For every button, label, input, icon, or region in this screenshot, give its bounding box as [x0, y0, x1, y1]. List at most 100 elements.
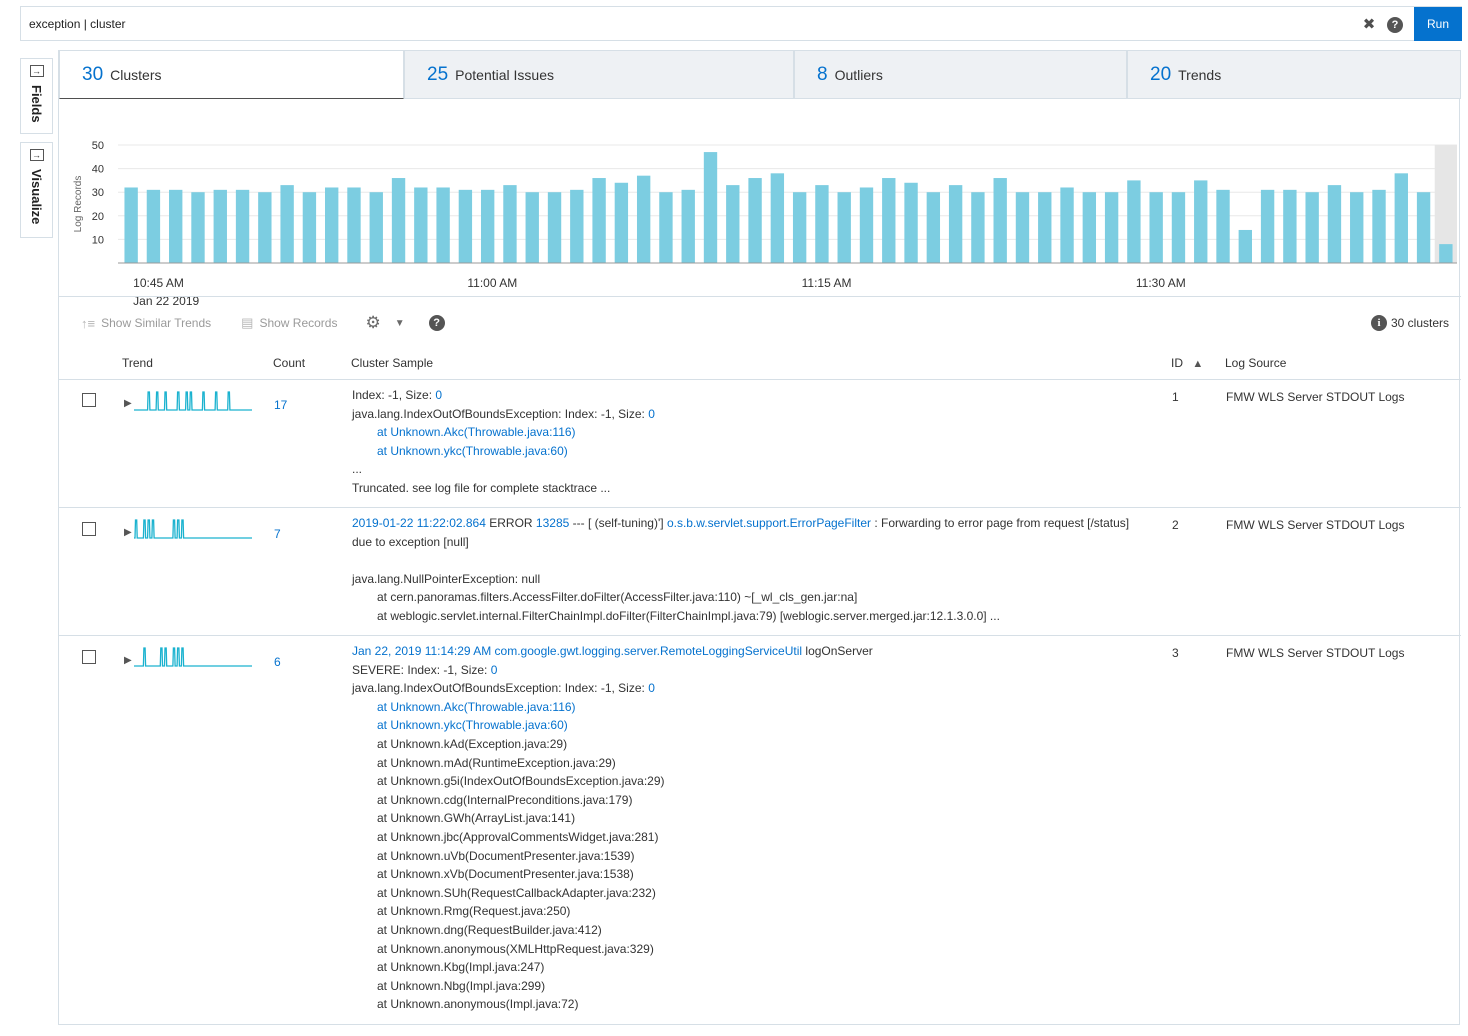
histogram-bar[interactable] — [1350, 192, 1364, 263]
histogram-bar[interactable] — [1283, 189, 1297, 263]
histogram-bar[interactable] — [859, 187, 874, 263]
row-checkbox[interactable] — [82, 522, 96, 536]
sample-link[interactable]: 0 — [491, 663, 498, 677]
histogram-bar[interactable] — [614, 182, 629, 263]
histogram-bar[interactable] — [1082, 192, 1097, 263]
histogram-bar[interactable] — [1238, 229, 1252, 263]
column-cluster-sample[interactable]: Cluster Sample — [351, 356, 433, 370]
histogram-bar[interactable] — [1015, 192, 1030, 263]
histogram-bar[interactable] — [703, 152, 718, 263]
stack-frame-link[interactable]: at Unknown.Akc(Throwable.java:116) — [352, 423, 1152, 442]
help-icon[interactable]: ? — [1382, 15, 1408, 33]
histogram-bar[interactable] — [570, 189, 584, 263]
cluster-count-link[interactable]: 17 — [274, 398, 287, 412]
histogram-bar[interactable] — [258, 192, 272, 263]
settings-menu[interactable]: ⚙ ▼ — [365, 313, 404, 333]
timestamp-link[interactable]: 2019-01-22 11:22:02.864 — [352, 516, 486, 530]
row-checkbox[interactable] — [82, 650, 96, 664]
help-icon[interactable]: ? — [428, 315, 445, 331]
histogram-bar[interactable] — [235, 189, 250, 263]
trend-sparkline[interactable] — [134, 644, 252, 670]
histogram-bar[interactable] — [480, 189, 495, 263]
histogram-bar[interactable] — [882, 178, 896, 263]
histogram-bar[interactable] — [659, 192, 673, 263]
histogram-bar[interactable] — [369, 192, 383, 263]
histogram-bar[interactable] — [1372, 189, 1386, 263]
histogram-bar[interactable] — [748, 178, 762, 263]
histogram-bar[interactable] — [1439, 244, 1453, 263]
column-trend[interactable]: Trend — [122, 356, 153, 370]
histogram-bar[interactable] — [1194, 180, 1208, 263]
histogram-bar[interactable] — [547, 192, 562, 263]
table-row[interactable]: ▶ 7 2019-01-22 11:22:02.864 ERROR 13285 … — [59, 508, 1461, 636]
histogram-bar[interactable] — [726, 185, 740, 263]
histogram-bar[interactable] — [592, 178, 606, 263]
tab-outliers[interactable]: 8 Outliers — [794, 50, 1127, 99]
histogram-bar[interactable] — [770, 173, 785, 263]
histogram-bar[interactable] — [191, 192, 205, 263]
cluster-count-link[interactable]: 7 — [274, 527, 281, 541]
histogram-bar[interactable] — [503, 185, 517, 263]
histogram-bar[interactable] — [1038, 192, 1052, 263]
histogram-bar[interactable] — [458, 189, 473, 263]
show-similar-trends-button[interactable]: ↑≡ Show Similar Trends — [81, 316, 211, 331]
histogram-bar[interactable] — [904, 182, 918, 263]
expand-row-icon[interactable]: ▶ — [124, 655, 132, 666]
tab-clusters[interactable]: 30 Clusters — [59, 50, 404, 99]
histogram-bar[interactable] — [948, 185, 963, 263]
histogram-bar[interactable] — [1305, 192, 1319, 263]
show-records-button[interactable]: ▤ Show Records — [241, 315, 337, 331]
histogram-bar[interactable] — [1104, 192, 1119, 263]
histogram-bar[interactable] — [1127, 180, 1141, 263]
sample-link[interactable]: Jan 22, 2019 11:14:29 AM com.google.gwt.… — [352, 644, 802, 658]
histogram-bar[interactable] — [1416, 192, 1431, 263]
stack-frame-link[interactable]: at Unknown.ykc(Throwable.java:60) — [352, 716, 1152, 735]
histogram-bar[interactable] — [1394, 173, 1408, 263]
histogram-bar[interactable] — [1327, 185, 1342, 263]
expand-row-icon[interactable]: ▶ — [124, 398, 132, 409]
query-input[interactable]: exception | cluster — [21, 17, 1356, 31]
histogram-bar[interactable] — [1171, 192, 1186, 263]
histogram-bar[interactable] — [837, 192, 851, 263]
trend-sparkline[interactable] — [134, 516, 252, 542]
column-log-source[interactable]: Log Source — [1225, 356, 1286, 370]
sample-link[interactable]: 0 — [648, 681, 655, 695]
histogram-bar[interactable] — [302, 192, 317, 263]
histogram-bar[interactable] — [993, 178, 1007, 263]
table-row[interactable]: ▶ 6 Jan 22, 2019 11:14:29 AM com.google.… — [59, 636, 1461, 1036]
histogram-bar[interactable] — [347, 187, 361, 263]
histogram-bar[interactable] — [1216, 189, 1230, 263]
histogram-bar[interactable] — [213, 189, 227, 263]
histogram-bar[interactable] — [325, 187, 339, 263]
histogram-bar[interactable] — [525, 192, 539, 263]
pid-link[interactable]: 13285 — [536, 516, 569, 530]
tab-trends[interactable]: 20 Trends — [1127, 50, 1461, 99]
column-id[interactable]: ID ▲ — [1171, 356, 1203, 370]
histogram-bar[interactable] — [1149, 192, 1163, 263]
histogram-bar[interactable] — [436, 187, 450, 263]
visualize-panel-toggle[interactable]: → Visualize — [20, 142, 53, 238]
histogram-bar[interactable] — [146, 189, 161, 263]
histogram-bar[interactable] — [124, 187, 138, 263]
histogram-bar[interactable] — [280, 185, 294, 263]
histogram-bar[interactable] — [414, 187, 428, 263]
histogram-bar[interactable] — [636, 175, 651, 263]
histogram-bar[interactable] — [926, 192, 941, 263]
histogram-bar[interactable] — [971, 192, 985, 263]
sample-link[interactable]: 0 — [435, 388, 442, 402]
trend-sparkline[interactable] — [134, 388, 252, 414]
histogram-bar[interactable] — [1060, 187, 1074, 263]
histogram-bar[interactable] — [169, 189, 183, 263]
tab-potential-issues[interactable]: 25 Potential Issues — [404, 50, 794, 99]
fields-panel-toggle[interactable]: → Fields — [20, 58, 53, 134]
run-button[interactable]: Run — [1414, 6, 1462, 41]
histogram-bar[interactable] — [391, 178, 406, 263]
column-count[interactable]: Count — [273, 356, 305, 370]
sample-link[interactable]: 0 — [648, 407, 655, 421]
clear-icon[interactable]: ✖ — [1356, 15, 1382, 33]
table-row[interactable]: ▶ 17 Index: -1, Size: 0 java.lang.IndexO… — [59, 380, 1461, 508]
stack-frame-link[interactable]: at Unknown.ykc(Throwable.java:60) — [352, 442, 1152, 461]
expand-row-icon[interactable]: ▶ — [124, 527, 132, 538]
histogram-bar[interactable] — [1260, 189, 1275, 263]
histogram-bar[interactable] — [815, 185, 829, 263]
